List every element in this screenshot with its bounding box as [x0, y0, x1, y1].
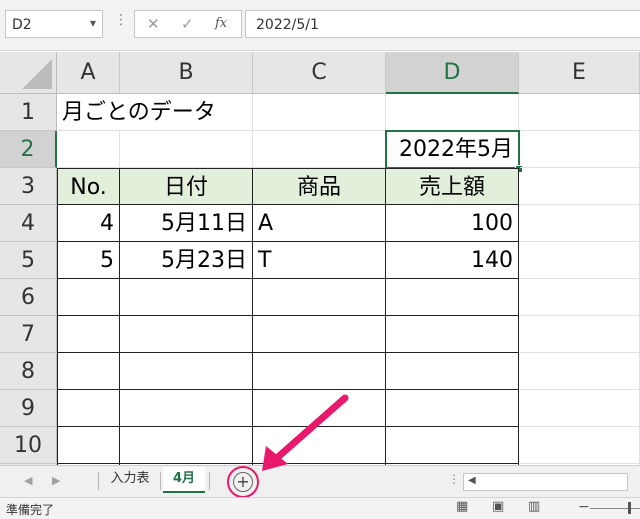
status-bar: 準備完了 ▦ ▣ ▥ − [0, 497, 640, 519]
table-header-product[interactable]: 商品 [253, 168, 386, 205]
tab-divider [209, 472, 210, 490]
page-break-view-icon[interactable]: ▥ [528, 500, 544, 514]
sheet-tab-bar: ◀ ▶ 入力表 4月 + ⋮ ◀ [0, 465, 640, 498]
row-header-8[interactable]: 8 [0, 353, 57, 390]
cell-e3[interactable] [519, 168, 640, 205]
cell-a7[interactable] [57, 316, 120, 353]
zoom-slider-thumb[interactable] [628, 502, 631, 514]
cell-b9[interactable] [120, 390, 253, 427]
insert-function-icon[interactable]: fx [215, 16, 227, 31]
cell-b1[interactable] [120, 94, 253, 131]
column-header-d[interactable]: D [386, 52, 519, 94]
table-row-cell-a5[interactable]: 5 [57, 242, 120, 279]
table-header-date[interactable]: 日付 [120, 168, 253, 205]
cell-a1[interactable]: 月ごとのデータ [57, 94, 216, 131]
tab-divider [98, 472, 99, 490]
tab-divider [160, 472, 161, 490]
cell-c1[interactable] [253, 94, 386, 131]
cell-a6[interactable] [57, 279, 120, 316]
zoom-slider[interactable] [590, 508, 640, 509]
spreadsheet-grid: A B C D E 1 2 3 4 5 6 7 8 9 10 11 月ごとのデー… [0, 52, 640, 465]
cell-e2[interactable] [520, 131, 640, 168]
cell-e4[interactable] [519, 205, 640, 242]
table-row-cell-c5[interactable]: T [253, 242, 386, 279]
row-header-6[interactable]: 6 [0, 279, 57, 316]
normal-view-icon[interactable]: ▦ [456, 500, 472, 514]
cell-c6[interactable] [253, 279, 386, 316]
page-layout-view-icon[interactable]: ▣ [492, 500, 508, 514]
name-box[interactable]: D2 ▾ [5, 10, 103, 38]
table-row-cell-b4[interactable]: 5月11日 [120, 205, 253, 242]
tab-input-sheet[interactable]: 入力表 [103, 467, 157, 491]
cell-e9[interactable] [519, 390, 640, 427]
cell-c7[interactable] [253, 316, 386, 353]
row-header-7[interactable]: 7 [0, 316, 57, 353]
cell-b8[interactable] [120, 353, 253, 390]
row-header-1[interactable]: 1 [0, 94, 57, 131]
cell-b7[interactable] [120, 316, 253, 353]
cell-a9[interactable] [57, 390, 120, 427]
table-header-no[interactable]: No. [57, 168, 120, 205]
zoom-out-icon[interactable]: − [578, 499, 590, 515]
row-header-10[interactable]: 10 [0, 427, 57, 464]
row-header-5[interactable]: 5 [0, 242, 57, 279]
cell-d9[interactable] [386, 390, 519, 427]
formula-value: 2022/5/1 [256, 17, 319, 33]
table-row-cell-d4[interactable]: 100 [386, 205, 519, 242]
row-header-2[interactable]: 2 [0, 131, 57, 168]
more-options-icon[interactable]: ⋮ [448, 472, 460, 486]
enter-icon[interactable]: ✓ [181, 15, 194, 33]
table-header-sales[interactable]: 売上額 [386, 168, 519, 205]
table-row-cell-c4[interactable]: A [253, 205, 386, 242]
cell-c2[interactable] [253, 131, 386, 168]
previous-sheet-icon[interactable]: ◀ [24, 474, 32, 487]
cell-a8[interactable] [57, 353, 120, 390]
table-row-cell-a4[interactable]: 4 [57, 205, 120, 242]
column-header-c[interactable]: C [253, 52, 386, 94]
formula-buttons: ✕ ✓ fx [134, 10, 242, 38]
cell-b6[interactable] [120, 279, 253, 316]
cell-d6[interactable] [386, 279, 519, 316]
formula-input[interactable]: 2022/5/1 [245, 10, 640, 38]
cell-e10[interactable] [519, 427, 640, 464]
cell-e6[interactable] [519, 279, 640, 316]
cell-d2[interactable]: 2022年5月 [385, 130, 520, 169]
cell-d1[interactable] [386, 94, 519, 131]
cell-d8[interactable] [386, 353, 519, 390]
cell-a2[interactable] [57, 131, 120, 168]
cell-b10[interactable] [120, 427, 253, 464]
chevron-down-icon[interactable]: ▾ [90, 16, 96, 30]
cell-d10[interactable] [386, 427, 519, 464]
row-header-3[interactable]: 3 [0, 168, 57, 205]
cell-c9[interactable] [253, 390, 386, 427]
status-text: 準備完了 [6, 503, 55, 517]
cell-e8[interactable] [519, 353, 640, 390]
table-row-cell-b5[interactable]: 5月23日 [120, 242, 253, 279]
column-header-a[interactable]: A [57, 52, 120, 94]
highlight-circle [227, 466, 259, 498]
scroll-left-icon[interactable]: ◀ [468, 475, 476, 486]
cell-a10[interactable] [57, 427, 120, 464]
cell-b2[interactable] [120, 131, 253, 168]
select-all-button[interactable] [0, 52, 57, 94]
cell-c10[interactable] [253, 427, 386, 464]
name-box-value: D2 [12, 17, 32, 33]
cell-e5[interactable] [519, 242, 640, 279]
next-sheet-icon[interactable]: ▶ [52, 474, 60, 487]
select-all-triangle-icon [22, 59, 52, 89]
column-header-e[interactable]: E [519, 52, 640, 94]
cell-c8[interactable] [253, 353, 386, 390]
row-header-9[interactable]: 9 [0, 390, 57, 427]
cancel-icon[interactable]: ✕ [147, 15, 160, 33]
formula-bar: D2 ▾ ⋮ ✕ ✓ fx 2022/5/1 [0, 0, 640, 51]
horizontal-scrollbar[interactable]: ◀ [463, 473, 628, 491]
cell-d7[interactable] [386, 316, 519, 353]
tab-april[interactable]: 4月 [163, 467, 205, 493]
table-row-cell-d5[interactable]: 140 [386, 242, 519, 279]
row-header-4[interactable]: 4 [0, 205, 57, 242]
more-options-icon[interactable]: ⋮ [114, 12, 128, 28]
cell-e7[interactable] [519, 316, 640, 353]
cell-e1[interactable] [519, 94, 640, 131]
column-header-b[interactable]: B [120, 52, 253, 94]
